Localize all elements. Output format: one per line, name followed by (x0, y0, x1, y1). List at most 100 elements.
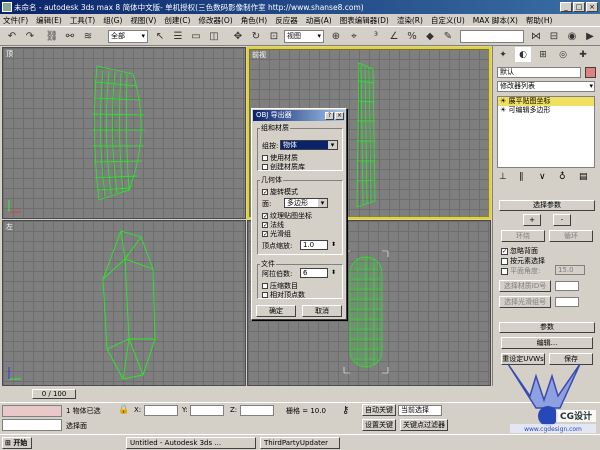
y-coord-field[interactable] (190, 405, 224, 416)
select-object-icon[interactable]: ↖ (152, 29, 168, 44)
menu-views[interactable]: 视图(V) (130, 15, 156, 26)
grow-selection-button[interactable]: + (523, 214, 541, 226)
minimize-button[interactable]: _ (560, 2, 572, 12)
maximize-button[interactable]: □ (573, 2, 585, 12)
move-icon[interactable]: ✥ (230, 29, 246, 44)
material-editor-icon[interactable]: ◉ (564, 29, 580, 44)
menu-tools[interactable]: 工具(T) (70, 15, 95, 26)
percent-snap-icon[interactable]: % (404, 29, 420, 44)
named-selection-icon[interactable]: ✎ (440, 29, 456, 44)
planar-angle-spinner[interactable]: 15.0 (555, 265, 585, 275)
app-icon[interactable] (2, 2, 12, 12)
task-updater[interactable]: ThirdPartyUpdater (260, 437, 340, 449)
menu-edit[interactable]: 编辑(E) (36, 15, 62, 26)
angle-snap-icon[interactable]: ∠ (386, 29, 402, 44)
start-button[interactable]: ⊞ 开始 (2, 437, 32, 449)
create-tab-icon[interactable]: ✦ (495, 47, 511, 62)
undo-icon[interactable]: ↶ (4, 29, 20, 44)
utilities-tab-icon[interactable]: ✚ (575, 47, 591, 62)
menu-help[interactable]: 帮助(H) (526, 15, 553, 26)
remove-modifier-icon[interactable]: ♁ (559, 172, 566, 182)
spinner-arrows-icon[interactable]: ⬍ (331, 269, 336, 277)
maxscript-input[interactable] (2, 419, 62, 431)
key-icon[interactable]: ⚷ (342, 405, 349, 416)
dialog-close-button[interactable]: × (335, 112, 344, 120)
ok-button[interactable]: 确定 (256, 305, 296, 317)
menu-file[interactable]: 文件(F) (3, 15, 28, 26)
close-button[interactable]: × (586, 2, 598, 12)
shrink-selection-button[interactable]: - (553, 214, 571, 226)
title-bar[interactable]: 未命名 - autodesk 3ds max 8 简体中文版- 单机授权(三色数… (0, 0, 600, 14)
stack-item-edit-poly[interactable]: ☀ 可编辑多边形 (498, 106, 594, 115)
help-button[interactable]: ? (325, 112, 334, 120)
configure-sets-icon[interactable]: ▤ (579, 172, 588, 182)
modifier-list-dropdown[interactable]: 修改器列表 ▾ (497, 81, 595, 92)
viewport-label-front[interactable]: 前视 (252, 50, 266, 60)
mirror-icon[interactable]: ⋈ (528, 29, 544, 44)
planar-angle-checkbox[interactable]: 平面角度: (501, 266, 540, 276)
group-by-dropdown[interactable]: 物体 ▾ (280, 140, 338, 150)
viewport-top[interactable]: 顶 (2, 47, 246, 219)
cancel-button[interactable]: 取消 (302, 305, 342, 317)
x-coord-field[interactable] (144, 405, 178, 416)
reference-coord-dropdown[interactable]: 视图 ▾ (284, 30, 324, 43)
show-end-result-icon[interactable]: ∥ (519, 172, 524, 182)
face-type-dropdown[interactable]: 多边形 ▾ (284, 198, 328, 208)
stack-item-unwrap[interactable]: ☀ 展平贴图坐标 (498, 97, 594, 106)
vertex-scale-spinner[interactable]: 1.0 ⬍ (300, 240, 336, 250)
mat-id-spinner[interactable] (555, 281, 579, 291)
loop-button[interactable]: 循环 (549, 230, 593, 242)
selected-dropdown[interactable]: 当前选择 (398, 405, 442, 416)
lightbulb-icon[interactable]: ☀ (500, 97, 506, 105)
chevron-down-icon[interactable]: ▾ (589, 82, 593, 91)
scale-icon[interactable]: ⊡ (266, 29, 282, 44)
menu-modifiers[interactable]: 修改器(O) (198, 15, 232, 26)
create-matlib-checkbox[interactable]: 创建材质库 (262, 162, 305, 172)
set-key-button[interactable]: 设置关键 (362, 419, 396, 431)
select-by-element-checkbox[interactable]: 按元素选择 (501, 256, 545, 266)
align-icon[interactable]: ⊟ (546, 29, 562, 44)
rect-selection-icon[interactable]: ▭ (188, 29, 204, 44)
time-slider[interactable]: 0 / 100 (32, 389, 76, 399)
menu-maxscript[interactable]: MAX 脚本(X) (473, 15, 518, 26)
menu-animation[interactable]: 动画(A) (306, 15, 332, 26)
menu-rendering[interactable]: 渲染(R) (397, 15, 423, 26)
menu-customize[interactable]: 自定义(U) (431, 15, 465, 26)
menu-graph-editors[interactable]: 图表编辑器(D) (340, 15, 389, 26)
snap-icon[interactable]: ³ (368, 29, 384, 44)
menu-create[interactable]: 创建(C) (164, 15, 190, 26)
motion-tab-icon[interactable]: ◎ (555, 47, 571, 62)
task-3dsmax[interactable]: Untitled - Autodesk 3ds ... (126, 437, 256, 449)
z-coord-field[interactable] (240, 405, 274, 416)
selection-filter-dropdown[interactable]: 全部 ▾ (108, 30, 148, 43)
unlink-icon[interactable]: ⚯ (62, 29, 78, 44)
key-filters-button[interactable]: 关键点过滤器 (400, 419, 448, 431)
menu-character[interactable]: 角色(H) (241, 15, 268, 26)
spinner-arrows-icon[interactable]: ⬍ (331, 241, 336, 249)
viewport-label-left[interactable]: 左 (6, 222, 13, 232)
object-name-field[interactable]: 默认 (497, 67, 581, 78)
select-mat-id-button[interactable]: 选择材质ID号 (499, 280, 551, 292)
redo-icon[interactable]: ↷ (22, 29, 38, 44)
manipulate-icon[interactable]: ⌖ (346, 29, 362, 44)
select-by-name-icon[interactable]: ☰ (170, 29, 186, 44)
ignore-backfacing-checkbox[interactable]: ✓ 忽略背面 (501, 246, 538, 256)
digits-spinner[interactable]: 6 ⬍ (300, 268, 336, 278)
rollout-selection-params[interactable]: 选择参数 (499, 200, 595, 211)
smooth-groups-checkbox[interactable]: ✓ 光滑组 (262, 229, 291, 239)
dialog-title-bar[interactable]: OBJ 导出器 ? × (253, 110, 345, 121)
hierarchy-tab-icon[interactable]: ⊞ (535, 47, 551, 62)
maxscript-listener[interactable] (2, 405, 62, 417)
ring-button[interactable]: 环绕 (501, 230, 545, 242)
menu-reactor[interactable]: 反应器 (275, 15, 298, 26)
chevron-down-icon[interactable]: ▾ (318, 199, 327, 207)
make-unique-icon[interactable]: ∨ (539, 172, 546, 182)
modify-tab-icon[interactable]: ◐ (515, 47, 531, 62)
bind-space-warp-icon[interactable]: ≋ (80, 29, 96, 44)
pin-stack-icon[interactable]: ⊥ (499, 172, 507, 182)
viewport-label-top[interactable]: 顶 (6, 49, 13, 59)
select-smooth-button[interactable]: 选择光滑组号 (499, 296, 551, 308)
smooth-group-spinner[interactable] (555, 297, 579, 307)
lock-selection-icon[interactable]: 🔒 (118, 405, 129, 415)
object-color-swatch[interactable] (585, 67, 596, 78)
